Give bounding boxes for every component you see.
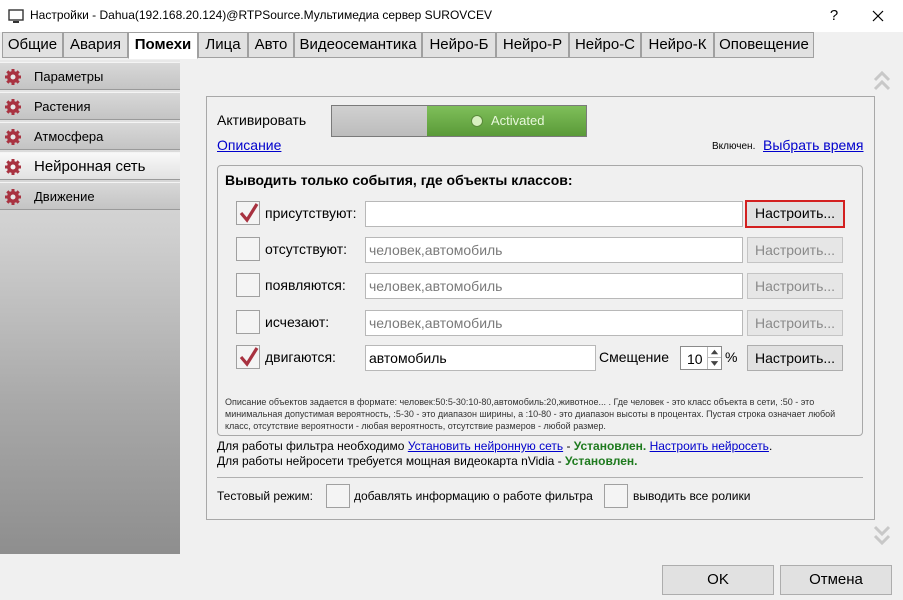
sidebar: Параметры Растения Атмосфера Нейронная с… [0, 60, 180, 554]
filter-requirement-note: Для работы фильтра необходимо Установить… [217, 439, 773, 453]
offset-stepper[interactable]: 10 [680, 346, 722, 370]
activate-toggle[interactable]: Activated [331, 105, 587, 137]
toggle-on-part: Activated [427, 106, 586, 136]
sidebar-item-label: Атмосфера [34, 129, 104, 144]
move-classes-input[interactable]: автомобиль [365, 345, 596, 371]
tab-auto[interactable]: Авто [248, 32, 294, 58]
appear-classes-input[interactable]: человек,автомобиль [365, 273, 743, 299]
gear-icon [5, 69, 21, 85]
add-info-checkbox[interactable] [326, 484, 350, 508]
offset-label: Смещение [599, 349, 670, 365]
divider [217, 477, 863, 478]
tab-general[interactable]: Общие [2, 32, 63, 58]
tab-neuro-b[interactable]: Нейро-Б [422, 32, 496, 58]
sidebar-item-parameters[interactable]: Параметры [0, 62, 180, 90]
tab-faces[interactable]: Лица [198, 32, 248, 58]
tab-bar: Общие Авария Помехи Лица Авто Видеосеман… [0, 32, 903, 59]
chevron-up-icon[interactable] [707, 347, 721, 358]
disappear-classes-input[interactable]: человек,автомобиль [365, 310, 743, 336]
output-all-clips-checkbox[interactable] [604, 484, 628, 508]
select-time-link[interactable]: Выбрать время [763, 137, 864, 153]
activate-label: Активировать [217, 112, 307, 128]
tab-notification[interactable]: Оповещение [714, 32, 814, 58]
output-all-clips-label: выводить все ролики [633, 489, 751, 503]
help-button[interactable]: ? [816, 4, 852, 28]
offset-value: 10 [687, 351, 703, 367]
nn-installed-status: Установлен. [573, 439, 647, 453]
status-led-icon [471, 115, 483, 127]
absent-label: отсутствуют: [265, 241, 348, 257]
gpu-installed-status: Установлен. [565, 454, 638, 468]
gear-icon [5, 189, 21, 205]
sidebar-item-neural-network[interactable]: Нейронная сеть [0, 152, 180, 180]
test-mode-label: Тестовый режим: [217, 489, 313, 503]
sidebar-item-label: Параметры [34, 69, 104, 84]
appear-label: появляются: [265, 277, 346, 293]
sidebar-item-atmosphere[interactable]: Атмосфера [0, 122, 180, 150]
description-link[interactable]: Описание [217, 137, 281, 153]
ok-button[interactable]: OK [662, 565, 774, 595]
configure-nn-link[interactable]: Настроить нейросеть [650, 439, 769, 453]
sidebar-item-plants[interactable]: Растения [0, 92, 180, 120]
title-bar: Настройки - Dahua(192.168.20.124)@RTPSou… [0, 0, 903, 32]
gpu-requirement-note: Для работы нейросети требуется мощная ви… [217, 454, 637, 468]
tab-neuro-s[interactable]: Нейро-С [569, 32, 641, 58]
window-title: Настройки - Dahua(192.168.20.124)@RTPSou… [30, 8, 492, 22]
absent-checkbox[interactable] [236, 237, 260, 261]
present-configure-button[interactable]: Настроить... [745, 200, 845, 228]
scroll-down-icon[interactable] [872, 520, 892, 550]
offset-unit: % [725, 349, 738, 365]
move-label: двигаются: [265, 349, 336, 365]
present-classes-input[interactable] [365, 201, 743, 227]
tab-neuro-r[interactable]: Нейро-Р [496, 32, 569, 58]
gear-icon [5, 129, 21, 145]
tab-videosemantics[interactable]: Видеосемантика [294, 32, 422, 58]
toggle-off-part [332, 106, 427, 136]
checkmark-icon [239, 347, 259, 367]
tab-interference[interactable]: Помехи [128, 32, 198, 59]
close-icon[interactable] [860, 4, 896, 28]
sidebar-item-label: Движение [34, 189, 95, 204]
install-nn-link[interactable]: Установить нейронную сеть [408, 439, 563, 453]
appear-configure-button[interactable]: Настроить... [747, 273, 843, 299]
tab-alarm[interactable]: Авария [63, 32, 128, 58]
gear-icon [5, 159, 21, 175]
absent-configure-button[interactable]: Настроить... [747, 237, 843, 263]
cancel-button[interactable]: Отмена [780, 565, 892, 595]
present-label: присутствуют: [265, 205, 357, 221]
sidebar-item-label: Нейронная сеть [34, 158, 146, 175]
checkmark-icon [239, 203, 259, 223]
app-icon [8, 9, 24, 23]
chevron-down-icon[interactable] [707, 358, 721, 369]
tab-neuro-k[interactable]: Нейро-К [641, 32, 714, 58]
disappear-configure-button[interactable]: Настроить... [747, 310, 843, 336]
disappear-checkbox[interactable] [236, 310, 260, 334]
absent-classes-input[interactable]: человек,автомобиль [365, 237, 743, 263]
disappear-label: исчезают: [265, 314, 330, 330]
sidebar-item-motion[interactable]: Движение [0, 182, 180, 210]
gpu-note-text: Для работы нейросети требуется мощная ви… [217, 454, 562, 468]
add-info-label: добавлять информацию о работе фильтра [354, 489, 593, 503]
format-description: Описание объектов задается в формате: че… [225, 397, 836, 431]
sidebar-item-label: Растения [34, 99, 91, 114]
present-checkbox[interactable] [236, 201, 260, 225]
move-checkbox[interactable] [236, 345, 260, 369]
enabled-status: Включен. [712, 141, 756, 152]
gear-icon [5, 99, 21, 115]
scroll-up-icon[interactable] [872, 66, 892, 96]
move-configure-button[interactable]: Настроить... [747, 345, 843, 371]
group-title: Выводить только события, где объекты кла… [225, 172, 573, 188]
filter-note-text: Для работы фильтра необходимо [217, 439, 405, 453]
toggle-state-label: Activated [491, 113, 545, 128]
appear-checkbox[interactable] [236, 273, 260, 297]
